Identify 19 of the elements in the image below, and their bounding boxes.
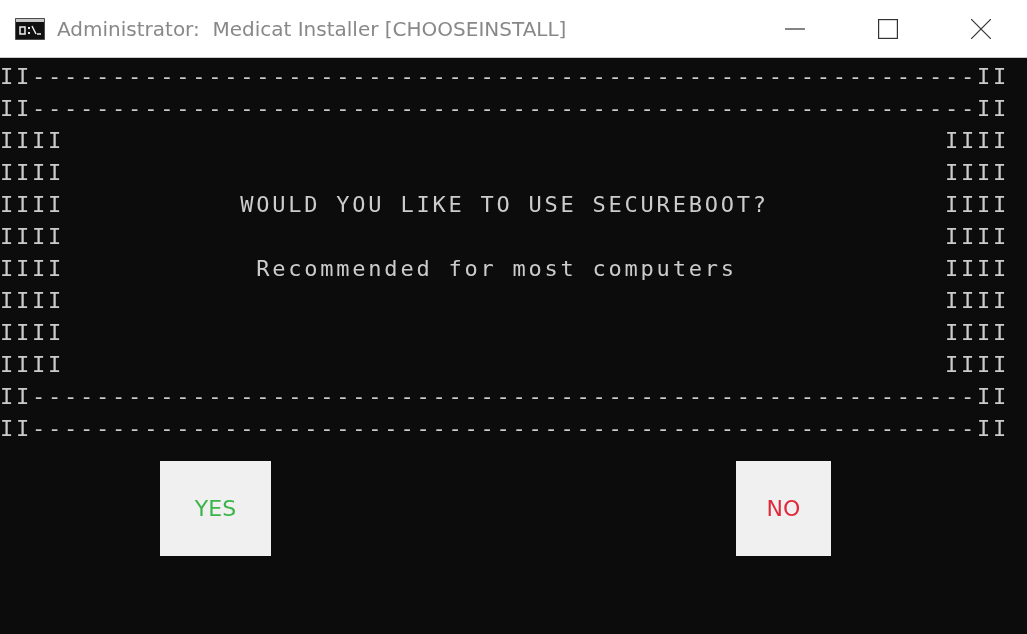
console-button[interactable]: YES — [160, 461, 271, 556]
console-line: IIII IIII — [0, 351, 1009, 379]
window-title: Administrator: Medicat Installer [CHOOSEINSTALL] — [57, 16, 567, 41]
console-line: IIII IIII — [0, 127, 1009, 155]
console-icon — [15, 17, 45, 40]
console-line: IIII Recommended for most computers IIII — [0, 255, 1009, 283]
maximize-icon — [877, 18, 898, 39]
close-icon — [970, 18, 991, 39]
minimize-icon — [784, 27, 805, 30]
console-line: II-----------------------------------------------------------II — [0, 415, 1009, 443]
console-line: IIII IIII — [0, 223, 1009, 251]
console-line: IIII WOULD YOU LIKE TO USE SECUREBOOT? IIII — [0, 191, 1009, 219]
console-line: IIII IIII — [0, 319, 1009, 347]
console-line: II-----------------------------------------------------------II — [0, 383, 1009, 411]
console-button[interactable]: NO — [736, 461, 831, 556]
console-line: II-----------------------------------------------------------II — [0, 95, 1009, 123]
console-line: IIII IIII — [0, 287, 1009, 315]
console-line: IIII IIII — [0, 159, 1009, 187]
console-line: II-----------------------------------------------------------II — [0, 63, 1009, 91]
